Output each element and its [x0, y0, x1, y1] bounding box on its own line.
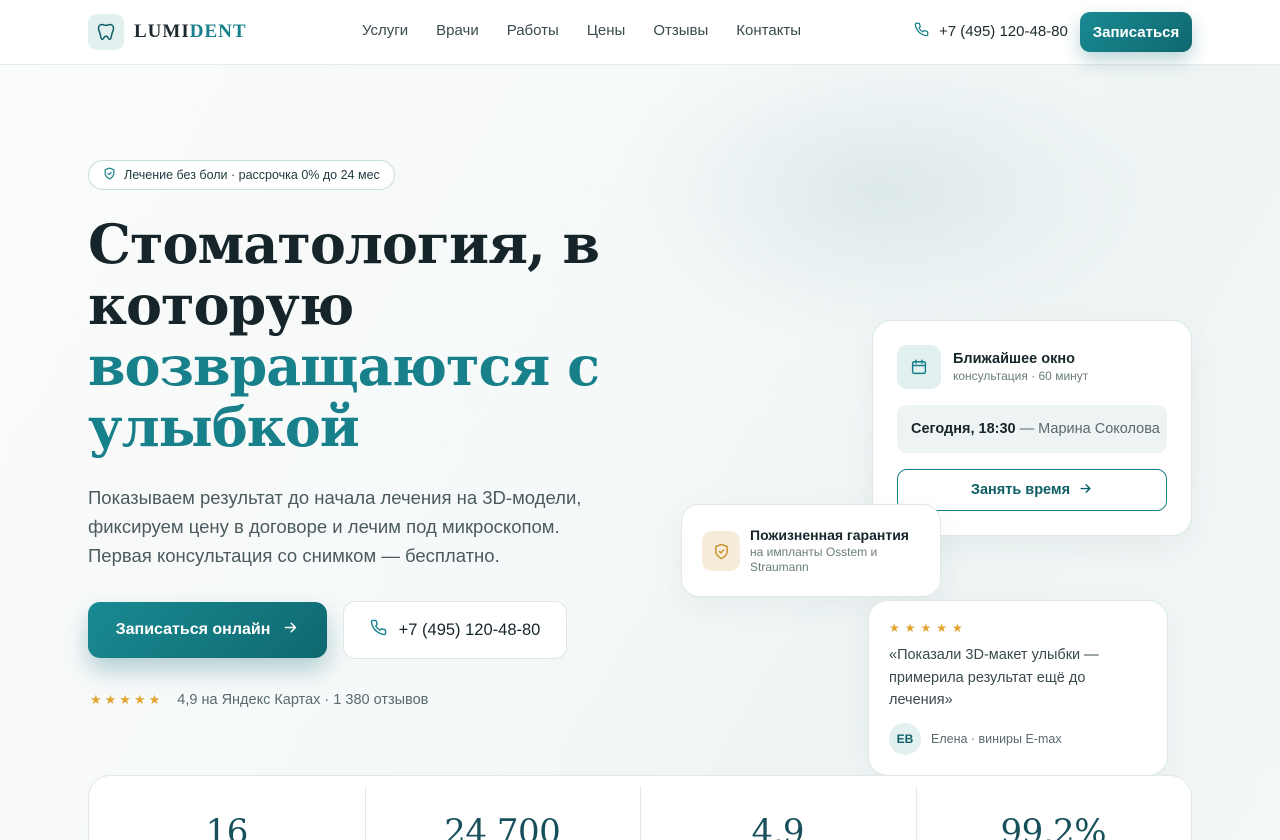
slot-card-title: Ближайшее окно — [953, 351, 1075, 367]
rating-summary: ★★★★★ 4,9 на Яндекс Картах · 1 380 отзыв… — [90, 692, 428, 708]
brand-name: LUMIDENT — [134, 21, 247, 43]
nav-item-doctors[interactable]: Врачи — [436, 22, 479, 39]
hero-badge-text: Лечение без боли · рассрочка 0% до 24 ме… — [124, 168, 380, 182]
guarantee-card: Пожизненная гарантия на импланты Osstem … — [681, 504, 941, 597]
stat-value: 24 700 — [444, 812, 561, 840]
nav-item-works[interactable]: Работы — [507, 22, 559, 39]
rating-text: 4,9 на Яндекс Картах · 1 380 отзывов — [177, 692, 429, 708]
avatar: ЕВ — [889, 723, 921, 755]
nav-item-contacts[interactable]: Контакты — [736, 22, 801, 39]
site-header: LUMIDENT Услуги Врачи Работы Цены Отзывы… — [0, 0, 1280, 65]
header-phone-link[interactable]: +7 (495) 120-48-80 — [914, 22, 1068, 41]
arrow-right-icon — [282, 619, 299, 641]
stat-item: 24 700 — [364, 776, 641, 840]
take-slot-button[interactable]: Занять время — [897, 469, 1167, 511]
calendar-icon — [897, 345, 941, 389]
guarantee-subtitle: на импланты Osstem и Straumann — [750, 545, 878, 574]
guarantee-title: Пожизненная гарантия — [750, 527, 909, 543]
background-glow — [620, 40, 1140, 340]
stat-value: 16 — [205, 812, 249, 840]
header-book-button[interactable]: Записаться — [1080, 12, 1192, 52]
main-nav: Услуги Врачи Работы Цены Отзывы Контакты — [362, 22, 801, 39]
review-author: ЕВ Елена · виниры E-max — [889, 723, 1062, 755]
hero-badge: Лечение без боли · рассрочка 0% до 24 ме… — [88, 160, 395, 190]
brand-name-part1: LUMI — [134, 21, 190, 42]
review-text: «Показали 3D-макет улыбки — примерила ре… — [889, 647, 1099, 708]
headline-line-2: которую — [88, 273, 354, 337]
headline-accent-1: возвращаются с — [88, 334, 600, 398]
review-card: ★★★★★ «Показали 3D-макет улыбки — пример… — [868, 600, 1168, 776]
stat-value: 4,9 — [751, 812, 805, 840]
stat-value: 99,2% — [1000, 812, 1106, 840]
slot-doctor: — Марина Соколова — [1019, 421, 1160, 437]
logo[interactable]: LUMIDENT — [88, 14, 247, 50]
tooth-icon — [88, 14, 124, 50]
phone-icon — [914, 22, 929, 41]
nav-item-services[interactable]: Услуги — [362, 22, 408, 39]
review-author-name: Елена · виниры E-max — [931, 732, 1062, 746]
stat-item: 4,9 — [640, 776, 916, 840]
header-phone-number: +7 (495) 120-48-80 — [939, 23, 1068, 40]
stat-item: 99,2% — [915, 776, 1192, 840]
slot-time-value: Сегодня, 18:30 — [911, 421, 1016, 437]
book-online-button[interactable]: Записаться онлайн — [88, 602, 327, 658]
headline-accent-2: улыбкой — [88, 395, 360, 459]
stats-bar: 16 24 700 4,9 99,2% — [88, 775, 1192, 840]
slot-card-header: Ближайшее окно консультация · 60 минут — [897, 345, 1088, 389]
hero-lead: Показываем результат до начала лечения н… — [88, 487, 582, 566]
nav-item-prices[interactable]: Цены — [587, 22, 626, 39]
call-button-number: +7 (495) 120-48-80 — [398, 620, 541, 639]
shield-check-icon — [702, 531, 740, 571]
brand-name-part2: DENT — [189, 21, 247, 42]
review-stars: ★★★★★ — [889, 621, 968, 635]
book-online-label: Записаться онлайн — [115, 621, 271, 638]
shield-icon — [103, 167, 116, 183]
nav-item-reviews[interactable]: Отзывы — [653, 22, 708, 39]
slot-time-chip: Сегодня, 18:30 — Марина Соколова — [897, 405, 1167, 453]
take-slot-label: Занять время — [970, 482, 1071, 498]
hero-headline: Стоматология, в которую возвращаются с у… — [88, 214, 648, 458]
headline-line-1: Стоматология, в — [88, 212, 600, 276]
arrow-right-icon — [1078, 481, 1093, 500]
phone-icon — [370, 619, 387, 641]
call-button[interactable]: +7 (495) 120-48-80 — [343, 601, 567, 659]
rating-stars: ★★★★★ — [90, 692, 164, 707]
stat-item: 16 — [89, 776, 365, 840]
slot-card-subtitle: консультация · 60 минут — [953, 369, 1089, 383]
